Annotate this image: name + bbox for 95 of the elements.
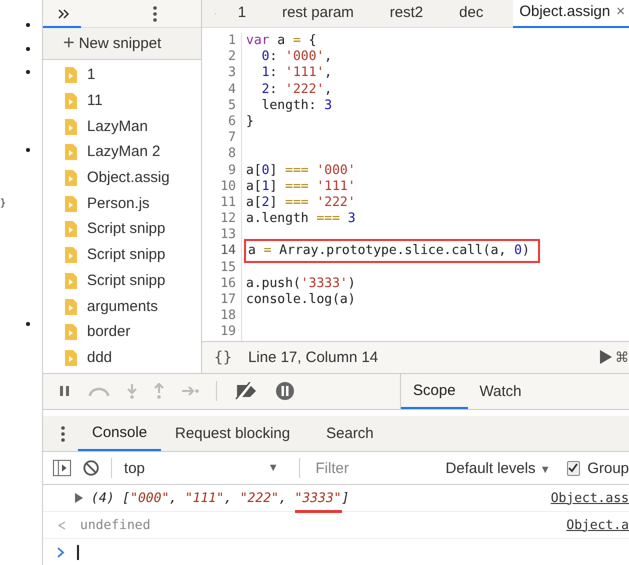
bullet-icon [26,148,30,152]
line-number: 18 [202,308,242,324]
line-number: 12 [202,211,242,228]
bullet-icon [26,322,30,326]
chevrons-icon[interactable] [57,8,71,20]
file-icon [65,348,77,366]
file-icon [65,272,77,289]
line-number: 8 [202,146,242,162]
play-icon [600,350,612,364]
code-line: 1: '111', [260,65,334,82]
new-snippet-button[interactable]: + New snippet [43,28,201,60]
line-number: 15 [202,260,242,276]
text-cursor[interactable] [77,544,78,560]
prompt-icon [57,546,65,558]
file-icon [65,118,77,135]
file-icon [65,298,77,315]
sidebar-toggle-icon[interactable] [53,459,71,478]
snippet-item[interactable]: arguments [43,293,201,319]
code-line: console.log(a) [245,292,357,308]
line-number: 13 [202,227,242,244]
line-number: 6 [202,114,242,130]
code-line: length: 3 [260,98,334,114]
pane-tab[interactable]: Scope [401,374,468,410]
drawer-tab[interactable]: Console [78,416,162,452]
code-line: a[0] === '000' [245,162,357,179]
snippet-item[interactable]: Person.js [43,190,201,216]
expand-arrow-icon[interactable] [75,493,83,503]
file-tab[interactable]: dec [453,0,500,27]
code-line: 0: '000', [260,49,334,66]
result-value: undefined [79,518,150,532]
snippet-item[interactable]: 1 [43,62,201,88]
line-number: 4 [202,82,242,98]
code-line: } [245,114,255,130]
pause-on-exceptions-icon[interactable] [275,381,295,402]
line-number: 16 [202,276,242,292]
snippet-item[interactable]: Script snipp [43,216,201,242]
line-number: 9 [202,162,242,179]
drawer-tab[interactable]: Search [312,416,388,452]
snippet-item[interactable]: ddd [43,344,201,370]
line-number: 2 [202,49,242,66]
bullet-icon [26,47,30,51]
code-line: a.push('3333') [245,276,357,292]
source-link[interactable]: Object.a [566,518,629,532]
snippet-item[interactable]: Object.assig [43,164,201,190]
file-tab[interactable]: rest param [276,0,370,27]
filter-field[interactable]: Filter [312,460,430,477]
code-line: a.length === 3 [245,211,357,228]
snippet-item[interactable]: LazyMan [43,113,201,140]
levels-dropdown[interactable]: Default levels ▼ [446,460,551,477]
file-tab[interactable]: 1 [232,0,262,27]
file-icon [65,323,77,340]
snippet-item[interactable]: LazyMan 2 [43,139,201,165]
drawer-tab[interactable]: Request blocking [161,416,304,452]
bullet-icon [26,23,30,27]
snippet-item[interactable]: Script snipp [43,268,201,294]
code-line: 2: '222', [260,82,334,98]
line-number: 14 [202,243,242,260]
context-dropdown[interactable]: top ▼ [124,460,287,477]
more-icon[interactable] [153,6,157,22]
file-icon [65,220,77,238]
file-icon [65,246,77,264]
bullet-icon [26,70,30,74]
pane-tab[interactable]: Watch [468,374,534,410]
line-number: 7 [202,130,242,146]
pause-icon[interactable] [59,385,71,398]
code-brace: } [0,198,6,209]
line-number: 3 [202,65,242,82]
file-tab[interactable]: Object.assign × [513,0,629,28]
format-button[interactable]: {} [214,348,232,366]
file-icon [65,169,77,186]
line-number: 1 [202,33,242,50]
source-link[interactable]: Object.ass [550,490,629,506]
file-icon [65,66,77,84]
snippet-item[interactable]: 11 [43,88,201,114]
group-label: Group [587,460,629,477]
file-icon [65,194,77,212]
line-number: 11 [202,194,242,212]
code-line: a[1] === '111' [245,178,357,195]
clear-icon[interactable] [82,459,100,478]
file-icon [65,92,77,110]
cursor-position: Line 17, Column 14 [248,348,378,366]
deactivate-breakpoints-icon[interactable] [234,382,258,400]
snippet-item[interactable]: border [43,318,201,345]
run-button[interactable]: ⌘ [600,349,629,366]
more-icon[interactable] [61,426,65,442]
snippet-item[interactable]: Script snipp [43,242,201,268]
log-message: (4) ["000", "111", "222", "3333"] [91,484,350,512]
file-icon [65,143,77,160]
code-line: var a = { [245,33,318,50]
line-number: 17 [202,292,242,308]
group-checkbox[interactable] [566,460,580,476]
file-tab[interactable]: rest2 [384,0,440,27]
code-line: a[2] === '222' [245,194,357,212]
line-number: 10 [202,178,242,195]
line-number: 5 [202,98,242,114]
